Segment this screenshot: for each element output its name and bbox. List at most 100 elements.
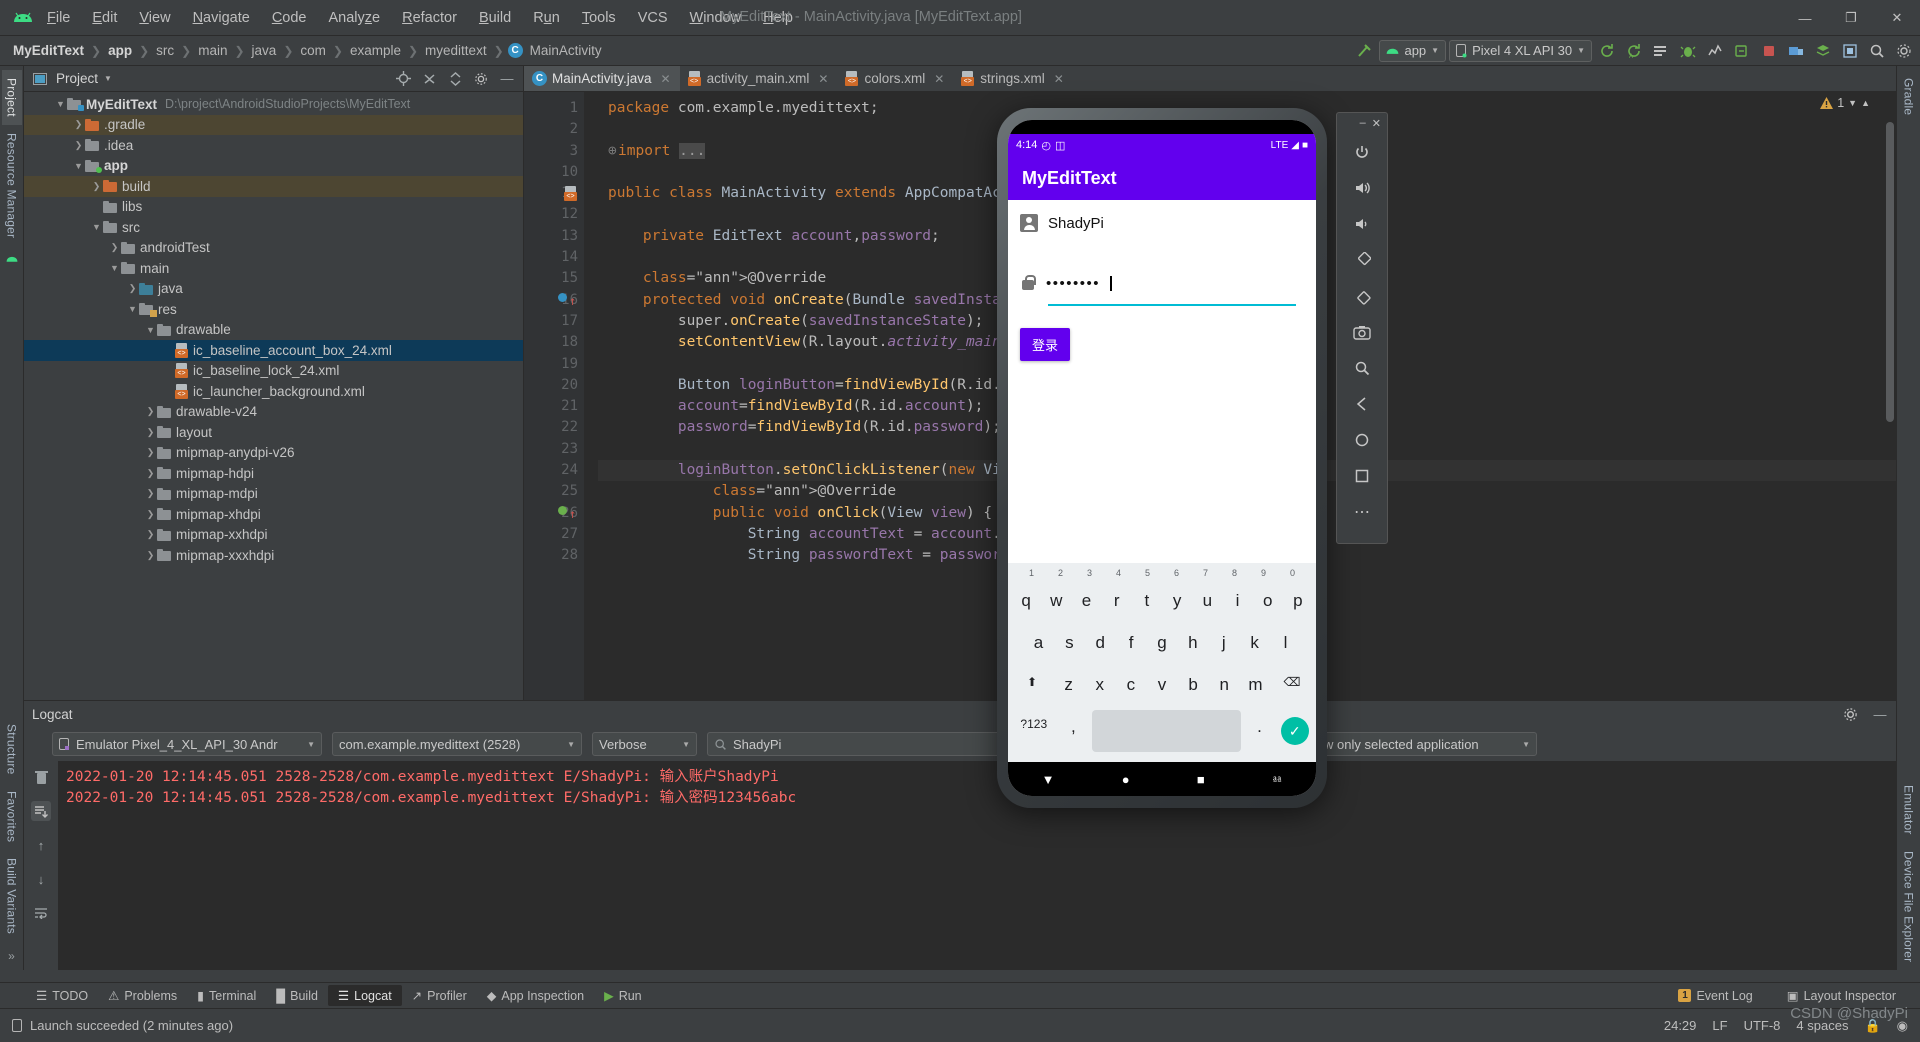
chevron-up-icon[interactable]: ▲ (1861, 98, 1870, 108)
tree-node[interactable]: ❯mipmap-hdpi (24, 463, 523, 484)
menu-build[interactable]: Build (468, 6, 522, 30)
chevron-down-icon[interactable]: ▼ (104, 74, 112, 83)
key-m[interactable]: m (1242, 668, 1269, 702)
stop-icon[interactable] (1757, 39, 1781, 63)
editor-tab[interactable]: colors.xml✕ (837, 66, 953, 91)
key-h[interactable]: h (1179, 626, 1206, 660)
tree-node[interactable]: ❯mipmap-anydpi-v26 (24, 443, 523, 464)
tree-node[interactable]: ❯androidTest (24, 238, 523, 259)
chevron-down-icon[interactable]: ▼ (90, 222, 103, 232)
chevron-down-icon[interactable]: ▼ (144, 325, 157, 335)
soft-keyboard[interactable]: 1234567890 qwertyuiop asdfghjkl ⬆zxcvbnm… (1008, 563, 1316, 762)
tab-event-log[interactable]: 1Event Log (1668, 985, 1762, 1006)
tree-node[interactable]: libs (24, 197, 523, 218)
android-strip-icon[interactable] (6, 253, 18, 265)
screenshot-camera-icon[interactable] (1345, 314, 1379, 350)
login-button[interactable]: 登录 (1020, 328, 1070, 361)
chevron-right-icon[interactable]: ❯ (144, 447, 157, 458)
account-field-row[interactable]: ShadyPi (1020, 214, 1304, 232)
emulator-minimize-button[interactable]: – (1360, 117, 1366, 130)
key-l[interactable]: l (1272, 626, 1299, 660)
key-j[interactable]: j (1210, 626, 1237, 660)
android-nav-bar[interactable]: ▼ ● ■ ⎂ (1008, 762, 1316, 796)
breadcrumb-item-7[interactable]: myedittext (422, 43, 490, 58)
editor-tab[interactable]: activity_main.xml✕ (680, 66, 838, 91)
tree-node[interactable]: ❯build (24, 176, 523, 197)
key-u[interactable]: u (1194, 584, 1220, 618)
close-tab-icon[interactable]: ✕ (818, 72, 828, 86)
breadcrumb-item-3[interactable]: main (195, 43, 230, 58)
sync-project-icon[interactable] (1595, 39, 1619, 63)
logcat-hide-icon[interactable]: — (1870, 704, 1890, 724)
chevron-right-icon[interactable]: ❯ (72, 140, 85, 151)
menu-analyze[interactable]: Analyze (318, 6, 392, 30)
expand-icon[interactable] (445, 69, 465, 89)
device-manager-icon[interactable] (1784, 39, 1808, 63)
editor-tab[interactable]: CMainActivity.java✕ (524, 66, 680, 91)
tab-todo[interactable]: ☰TODO (26, 985, 98, 1006)
breadcrumb-item-2[interactable]: src (153, 43, 177, 58)
key-symbols[interactable]: ?123 (1013, 710, 1055, 752)
maximize-button[interactable]: ❐ (1828, 0, 1874, 36)
key-shift[interactable]: ⬆ (1013, 668, 1051, 702)
tree-node[interactable]: ▼MyEditTextD:\project\AndroidStudioProje… (24, 94, 523, 115)
line-separator[interactable]: LF (1712, 1018, 1727, 1033)
key-backspace[interactable]: ⌫ (1273, 668, 1311, 702)
key-o[interactable]: o (1255, 584, 1281, 618)
tab-profiler[interactable]: ↗Profiler (402, 985, 477, 1006)
zoom-icon[interactable] (1345, 350, 1379, 386)
build-hammer-icon[interactable] (1352, 39, 1376, 63)
keyboard-row-3[interactable]: ⬆zxcvbnm⌫ (1011, 664, 1313, 706)
device-selector[interactable]: Pixel 4 XL API 30 ▼ (1449, 40, 1592, 62)
tab-build[interactable]: █Build (266, 986, 328, 1006)
emulator-overview-icon[interactable] (1345, 458, 1379, 494)
tree-node[interactable]: ▼app (24, 156, 523, 177)
editor-tab-bar[interactable]: CMainActivity.java✕activity_main.xml✕col… (524, 66, 1896, 92)
sidebar-item-project[interactable]: Project (2, 70, 22, 125)
breadcrumb-item-4[interactable]: java (249, 43, 280, 58)
chevron-down-icon[interactable]: ▼ (126, 304, 139, 314)
logcat-level-selector[interactable]: Verbose ▼ (592, 732, 697, 756)
settings-gear-icon[interactable] (1892, 39, 1916, 63)
tree-node[interactable]: ❯java (24, 279, 523, 300)
minimize-button[interactable]: — (1782, 0, 1828, 36)
hide-panel-icon[interactable]: — (497, 69, 517, 89)
breadcrumb-item-1[interactable]: app (105, 43, 135, 58)
key-comma[interactable]: , (1059, 710, 1089, 752)
back-icon[interactable]: ▼ (1042, 772, 1055, 787)
recents-icon[interactable]: ■ (1197, 772, 1205, 787)
emulator-close-button[interactable]: ✕ (1372, 117, 1381, 130)
keyboard-row-4[interactable]: ?123 , . ✓ (1011, 706, 1313, 756)
chevron-right-icon[interactable]: ❯ (144, 406, 157, 417)
sidebar-item-structure[interactable]: Structure (2, 716, 22, 783)
caret-position[interactable]: 24:29 (1664, 1018, 1697, 1033)
logcat-filter-selector[interactable]: w only selected application ▼ (1317, 732, 1537, 756)
inspection-status[interactable]: 1 ▼ ▲ (1820, 96, 1870, 110)
sidebar-item-favorites[interactable]: Favorites (2, 783, 22, 850)
inspection-status-icon[interactable]: ◉ (1897, 1018, 1908, 1034)
menu-navigate[interactable]: Navigate (182, 6, 261, 30)
clear-logcat-icon[interactable] (31, 767, 51, 787)
key-enter[interactable]: ✓ (1278, 710, 1311, 752)
close-tab-icon[interactable]: ✕ (934, 72, 944, 86)
profile-icon[interactable] (1703, 39, 1727, 63)
lock-status-icon[interactable]: 🔒 (1864, 1018, 1880, 1034)
keyboard-icon[interactable]: ⎂ (1272, 771, 1282, 787)
home-icon[interactable]: ● (1122, 772, 1130, 787)
rotate-left-icon[interactable] (1345, 242, 1379, 278)
sidebar-item-resource-manager[interactable]: Resource Manager (2, 125, 22, 246)
soft-wrap-icon[interactable] (31, 903, 51, 923)
debug-icon[interactable] (1676, 39, 1700, 63)
chevron-down-icon[interactable]: ▼ (108, 263, 121, 273)
menu-code[interactable]: Code (261, 6, 318, 30)
logcat-device-selector[interactable]: Emulator Pixel_4_XL_API_30 Andr ▼ (52, 732, 322, 756)
indent-setting[interactable]: 4 spaces (1796, 1018, 1848, 1033)
logcat-output[interactable]: 2022-01-20 12:14:45.051 2528-2528/com.ex… (58, 761, 1896, 970)
sidebar-item-device-file-explorer[interactable]: Device File Explorer (1899, 843, 1919, 970)
rotate-right-icon[interactable] (1345, 278, 1379, 314)
chevron-right-icon[interactable]: ❯ (126, 283, 139, 294)
key-z[interactable]: z (1055, 668, 1082, 702)
key-a[interactable]: a (1025, 626, 1052, 660)
key-q[interactable]: q (1013, 584, 1039, 618)
keyboard-row-2[interactable]: asdfghjkl (1011, 622, 1313, 664)
